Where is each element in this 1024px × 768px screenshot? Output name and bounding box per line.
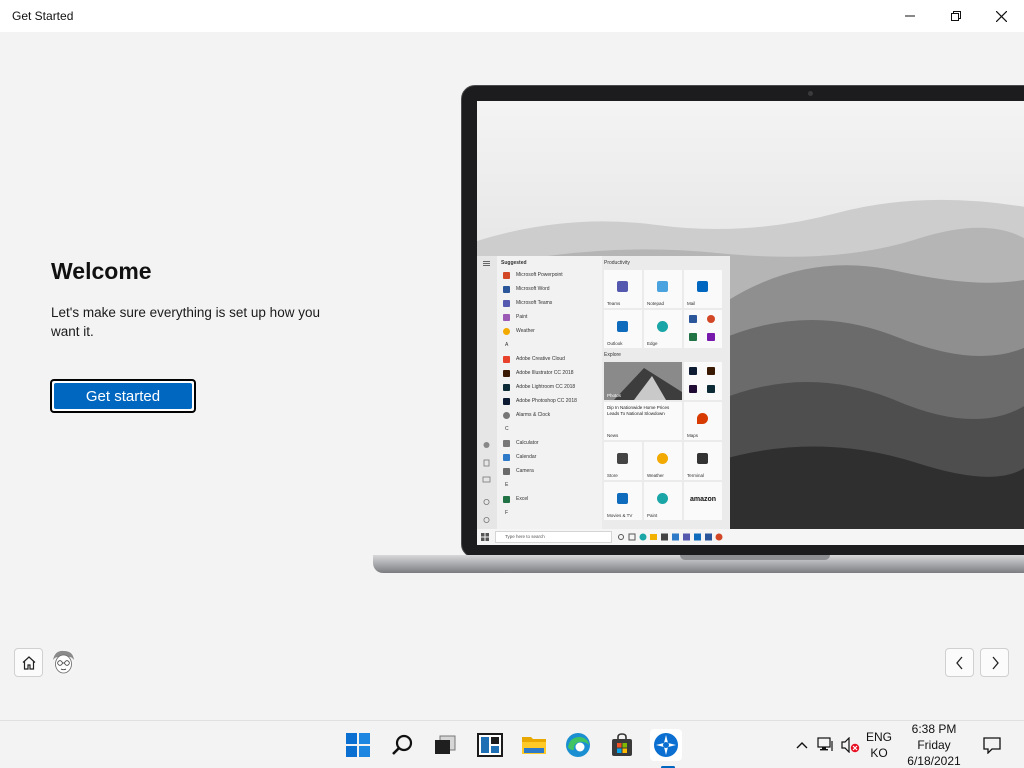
chevron-left-icon [955, 656, 962, 669]
store-button[interactable] [606, 729, 638, 761]
app-list-item: Alarms & Clock [503, 410, 550, 420]
start-menu-mockup: Suggested Microsoft Powerpoint Microsoft… [477, 256, 730, 529]
productivity-label: Productivity [604, 260, 630, 266]
close-button[interactable] [978, 0, 1024, 32]
tile-amazon: amazon [684, 482, 722, 520]
app-list-item: Weather [503, 326, 535, 336]
tile-outlook: Outlook [604, 310, 642, 348]
tile-teams: Teams [604, 270, 642, 308]
laptop-screen: Suggested Microsoft Powerpoint Microsoft… [477, 101, 1024, 545]
restore-icon [951, 11, 961, 21]
widgets-button[interactable] [474, 729, 506, 761]
notification-center-button[interactable] [977, 729, 1007, 761]
task-view-button[interactable] [429, 729, 461, 761]
start-menu-rail [477, 256, 497, 529]
tile-notepad: Notepad [644, 270, 682, 308]
tile-maps: Maps [684, 402, 722, 440]
app-list-item: Calendar [503, 452, 536, 462]
tile-weather: Weather [644, 442, 682, 480]
previous-button[interactable] [945, 648, 974, 677]
app-list-item: Adobe Photoshop CC 2018 [503, 396, 577, 406]
input-method-label: KO [870, 746, 888, 760]
taskbar: ENG KO 6:38 PM Friday 6/18/2021 [0, 720, 1024, 768]
home-button[interactable] [14, 648, 43, 677]
get-started-button[interactable]: Get started [50, 379, 196, 413]
app-list-item: Microsoft Powerpoint [503, 270, 563, 280]
next-button[interactable] [980, 648, 1009, 677]
app-list-item: Excel [503, 494, 528, 504]
file-explorer-icon [522, 737, 546, 754]
clock-date: 6/18/2021 [907, 754, 961, 768]
tile-adobe-group [684, 362, 722, 400]
tile-edge: Edge [644, 310, 682, 348]
minimize-button[interactable] [887, 0, 933, 32]
start-menu-tiles: Productivity Teams Notepad Mail Outlook … [602, 256, 730, 529]
network-icon [817, 737, 833, 751]
laptop-notch [680, 555, 830, 560]
suggested-label: Suggested [501, 260, 527, 266]
tile-office-group [684, 310, 722, 348]
windows-start-icon [346, 733, 370, 757]
app-list-letter: F [505, 510, 509, 516]
tile-store: Store [604, 442, 642, 480]
show-hidden-icons-button[interactable] [793, 721, 811, 768]
chevron-right-icon [992, 656, 999, 669]
app-list-item: Microsoft Teams [503, 298, 552, 308]
tile-news: Dip In Nationwide Home Prices Leads To N… [604, 402, 682, 440]
language-label: ENG [865, 730, 892, 744]
app-list-item: Camera [503, 466, 534, 476]
window-title: Get Started [12, 9, 74, 23]
clock-day: Friday [917, 738, 951, 752]
title-bar: Get Started [0, 0, 1024, 32]
app-list-item: Calculator [503, 438, 539, 448]
app-list-letter: C [505, 426, 509, 432]
page-heading: Welcome [51, 258, 152, 284]
start-menu-app-list: Suggested Microsoft Powerpoint Microsoft… [499, 256, 601, 529]
home-icon [22, 655, 35, 670]
explore-label: Explore [604, 352, 621, 358]
app-list-item: Adobe Creative Cloud [503, 354, 565, 364]
notification-icon [983, 737, 1001, 754]
widgets-icon [477, 733, 503, 757]
network-button[interactable] [815, 721, 837, 768]
get-started-icon [654, 733, 678, 757]
volume-button[interactable] [840, 721, 862, 768]
app-list-item: Adobe Lightroom CC 2018 [503, 382, 575, 392]
app-list-item: Microsoft Word [503, 284, 550, 294]
chevron-up-icon [796, 742, 808, 749]
app-list-letter: A [505, 342, 509, 348]
get-started-taskbar-button[interactable] [650, 729, 682, 761]
search-icon [392, 734, 413, 755]
tile-mail: Mail [684, 270, 722, 308]
close-icon [995, 10, 1007, 22]
clock-button[interactable]: 6:38 PM Friday 6/18/2021 [900, 721, 968, 768]
edge-icon [566, 733, 590, 757]
store-icon [612, 733, 632, 756]
page-subtitle: Let's make sure everything is set up how… [51, 305, 320, 339]
app-list-letter: E [505, 482, 509, 488]
restore-button[interactable] [933, 0, 979, 32]
tile-terminal: Terminal [684, 442, 722, 480]
screen-search-box: Type here to search [495, 531, 612, 543]
app-list-item: Adobe Illustrator CC 2018 [503, 368, 574, 378]
laptop-camera [808, 91, 813, 96]
tile-paint: Paint [644, 482, 682, 520]
screen-taskbar-mockup: Type here to search [477, 529, 1024, 545]
user-avatar[interactable] [49, 648, 78, 677]
minimize-icon [905, 15, 915, 17]
get-started-button-label: Get started [54, 383, 192, 409]
start-button[interactable] [342, 729, 374, 761]
tile-movies: Movies & TV [604, 482, 642, 520]
task-view-icon [435, 735, 456, 754]
search-button[interactable] [386, 729, 418, 761]
clock-time: 6:38 PM [911, 722, 957, 736]
tile-photos: Photos [604, 362, 682, 400]
app-list-item: Paint [503, 312, 527, 322]
file-explorer-button[interactable] [518, 729, 550, 761]
edge-button[interactable] [562, 729, 594, 761]
input-language-button[interactable]: ENG KO [862, 729, 896, 761]
volume-muted-icon [841, 737, 860, 753]
